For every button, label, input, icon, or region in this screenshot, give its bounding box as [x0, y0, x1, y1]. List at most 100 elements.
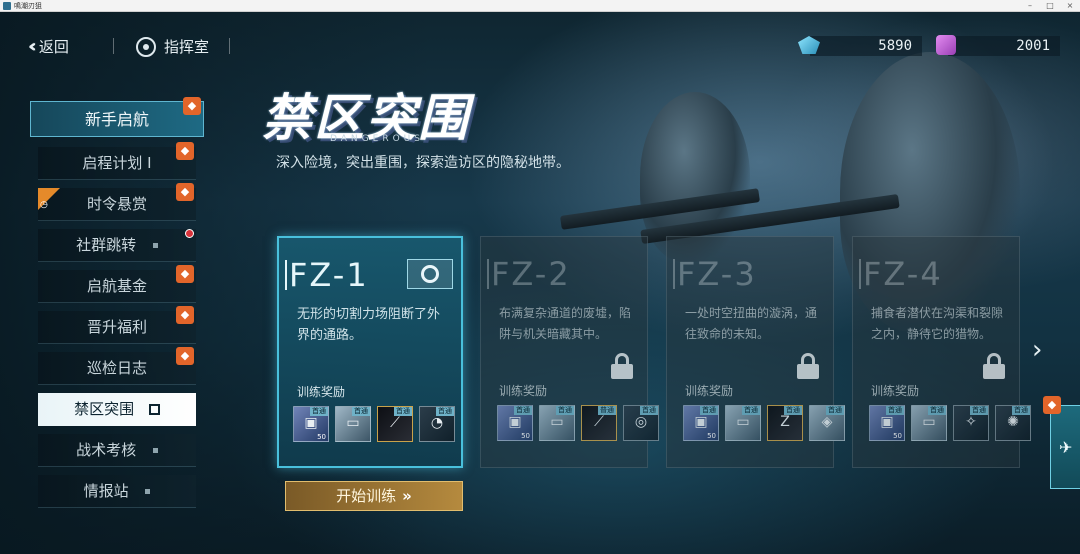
minimize-button[interactable]: –: [1020, 0, 1040, 12]
sidebar-item-label: 时令悬赏: [86, 195, 147, 213]
reward-item-card[interactable]: 首通 ▭: [911, 405, 947, 441]
reward-label: 训练奖励: [871, 384, 920, 398]
chip-icon: ▣: [508, 414, 522, 430]
stage-description: 布满复杂通道的废墟，陷 阱与机关暗藏其中。: [499, 303, 631, 345]
sidebar-item-label: 巡检日志: [86, 359, 147, 377]
gift-icon: ◆: [176, 265, 194, 283]
stage-card-fz1[interactable]: FZ-1 无形的切割力场阻断了外 界的通路。 训练奖励 首通 ▣ 50 首通 ▭ 首通…: [277, 236, 463, 468]
gift-icon: ◆: [176, 347, 194, 365]
reward-item-chip[interactable]: 首通 ▣ 50: [497, 405, 533, 441]
reward-list: 首通 ▣ 50 首通 ▭ 首通 ⟋ 首通 ◔: [293, 406, 455, 442]
sidebar-item-community[interactable]: 社群跳转: [38, 229, 196, 262]
stage-description-line: 一处时空扭曲的漩涡，通: [685, 306, 818, 320]
divider: [113, 38, 114, 54]
reward-list: 首通 ▣ 50 首通 ▭ 首通 ✧ 首通 ✺: [869, 405, 1031, 441]
gift-icon: ◆: [176, 306, 194, 324]
sidebar-item-restricted-breakout[interactable]: 禁区突围: [38, 393, 196, 426]
stage-description-line: 阱与机关暗藏其中。: [499, 327, 608, 341]
next-page-arrow-icon[interactable]: ›: [1032, 335, 1042, 365]
bullet-icon: [152, 448, 158, 453]
sidebar-item-tactical-assessment[interactable]: 战术考核: [38, 434, 196, 467]
window-title: 鳴潮刃狙: [14, 2, 42, 10]
chip-icon: ▣: [304, 415, 318, 431]
reward-item-rune[interactable]: 首通 Z: [767, 405, 803, 441]
gift-icon: ◆: [183, 97, 201, 115]
stage-name: FZ-3: [673, 255, 757, 293]
target-icon: [136, 36, 156, 57]
window-titlebar: 鳴潮刃狙 – □ ×: [0, 0, 1080, 12]
start-training-label: 开始训练: [336, 487, 397, 505]
start-training-button[interactable]: 开始训练 »: [285, 481, 463, 511]
sidebar-item-intel-station[interactable]: 情报站: [38, 475, 196, 508]
sidebar-item-patrol-log[interactable]: 巡检日志 ◆: [38, 347, 196, 385]
module-icon: ◔: [430, 415, 444, 431]
stage-description-line: 无形的切割力场阻断了外: [297, 307, 441, 322]
gift-icon: ◆: [1043, 396, 1061, 414]
sidebar-item-label: 启航基金: [86, 277, 147, 295]
stage-description-line: 之内，静待它的猎物。: [871, 327, 992, 341]
sidebar-item-newbie-voyage[interactable]: 新手启航 ◆: [30, 97, 204, 137]
sidebar-item-label: 战术考核: [76, 441, 137, 459]
stage-card-fz4[interactable]: FZ-4 捕食者潜伏在沟渠和裂隙 之内，静待它的猎物。 训练奖励 首通 ▣ 50 首…: [852, 236, 1031, 468]
crystal-currency[interactable]: 5890: [798, 35, 922, 57]
hq-button[interactable]: 指挥室: [136, 36, 209, 57]
sidebar-item-promotion-benefits[interactable]: 晋升福利 ◆: [38, 306, 196, 344]
maximize-button[interactable]: □: [1040, 0, 1060, 12]
chip-icon: ▣: [694, 414, 708, 430]
blade-icon: ✧: [965, 414, 977, 430]
power-icon: [421, 265, 439, 283]
reward-item-chip[interactable]: 首通 ▣ 50: [293, 406, 329, 442]
stage-card-fz2[interactable]: FZ-2 布满复杂通道的废墟，陷 阱与机关暗藏其中。 训练奖励 首通 ▣ 50 首通…: [480, 236, 659, 468]
double-chevron-right-icon: »: [402, 487, 412, 505]
stage-name: FZ-2: [487, 255, 571, 293]
stage-card-fz3[interactable]: FZ-3 一处时空扭曲的漩涡，通 往致命的未知。 训练奖励 首通 ▣ 50 首通 ▭ …: [666, 236, 845, 468]
capsule-icon: ◈: [821, 414, 833, 430]
reward-item-weapon[interactable]: 首通 ⟋: [377, 406, 413, 442]
back-button[interactable]: ‹‹ 返回: [28, 36, 69, 57]
reward-item-card[interactable]: 首通 ▭: [539, 405, 575, 441]
event-title-en: DANGEROUS: [330, 134, 424, 144]
reward-label: 训练奖励: [297, 385, 346, 399]
rune-icon: Z: [780, 414, 790, 430]
app-icon: [3, 2, 11, 10]
reward-item-module[interactable]: 首通 ◔: [419, 406, 455, 442]
reward-item-card[interactable]: 首通 ▭: [335, 406, 371, 442]
card-icon: ▭: [550, 414, 564, 430]
lock-icon: [983, 353, 1005, 379]
reward-qty: 50: [521, 432, 530, 440]
lock-icon: [611, 353, 633, 379]
reward-item-module[interactable]: 首通 ◎: [623, 405, 659, 441]
sidebar-item-journey-plan[interactable]: 启程计划 I ◆: [38, 142, 196, 180]
stage-description-line: 界的通路。: [297, 328, 363, 343]
reward-item-drone[interactable]: 首通 ✺: [995, 405, 1031, 441]
sidebar-item-seasonal-bounty[interactable]: ◷ 时令悬赏 ◆: [38, 183, 196, 221]
gift-icon: ◆: [176, 183, 194, 201]
stage-description: 无形的切割力场阻断了外 界的通路。: [297, 304, 440, 346]
reward-item-blade[interactable]: 首通 ✧: [953, 405, 989, 441]
double-chevron-left-icon: ‹‹: [28, 36, 37, 57]
reward-item-weapon[interactable]: 普通 ⟋: [581, 405, 617, 441]
sidebar-item-label: 情报站: [83, 482, 129, 500]
clock-icon: ◷: [40, 200, 48, 210]
sidebar-item-label: 晋升福利: [86, 318, 147, 336]
card-icon: ▭: [346, 415, 360, 431]
ticket-icon: [936, 35, 956, 55]
reward-item-capsule[interactable]: 首通 ◈: [809, 405, 845, 441]
side-launch-tab[interactable]: ✈: [1050, 405, 1080, 489]
stage-description-line: 布满复杂通道的废墟，陷: [499, 306, 632, 320]
sidebar-item-voyage-fund[interactable]: 启航基金 ◆: [38, 265, 196, 303]
card-icon: ▭: [922, 414, 936, 430]
stage-description-line: 往致命的未知。: [685, 327, 770, 341]
lock-icon: [797, 353, 819, 379]
reward-label: 训练奖励: [499, 384, 548, 398]
card-icon: ▭: [736, 414, 750, 430]
reward-item-chip[interactable]: 首通 ▣ 50: [683, 405, 719, 441]
stage-description-line: 捕食者潜伏在沟渠和裂隙: [871, 306, 1004, 320]
stage-info-button[interactable]: [407, 259, 453, 289]
reward-item-card[interactable]: 首通 ▭: [725, 405, 761, 441]
ticket-currency[interactable]: 2001: [936, 35, 1060, 57]
aircraft-icon: ✈: [1059, 438, 1073, 457]
reward-item-chip[interactable]: 首通 ▣ 50: [869, 405, 905, 441]
close-button[interactable]: ×: [1060, 0, 1080, 12]
bullet-icon: [145, 489, 151, 494]
